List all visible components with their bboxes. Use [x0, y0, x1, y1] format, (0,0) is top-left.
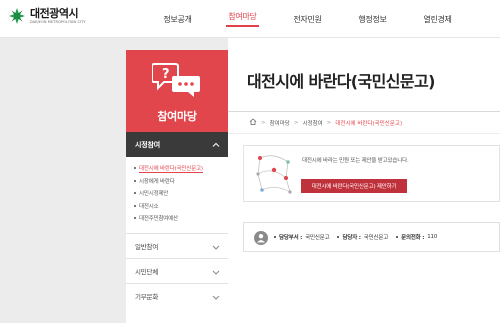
sidebar-item-citizen-proposal[interactable]: 시민시정제안: [134, 187, 228, 200]
sidebar-title: 참여마당: [157, 110, 197, 123]
nav-participation[interactable]: 참여마당: [210, 0, 275, 38]
sidebar-item-suggestions-to-mayor[interactable]: 시장에게 바란다: [134, 175, 228, 188]
nav-admin-info[interactable]: 행정정보: [340, 0, 405, 38]
home-icon[interactable]: [249, 118, 257, 127]
chevron-down-icon: [212, 294, 220, 302]
nav-open-economy[interactable]: 열린경제: [405, 0, 470, 38]
sidebar-item-daejeon-siso[interactable]: 대전시소: [134, 200, 228, 213]
sidebar-item-participatory-budget[interactable]: 대전주민참여예산: [134, 212, 228, 225]
logo-name: 대전광역시: [30, 7, 79, 20]
sidebar: ? 참여마당 시정참여 대전시에 바란다(국민신문고) 시장에게 바란다 시민시…: [126, 50, 228, 323]
nav-e-civil[interactable]: 전자민원: [275, 0, 340, 38]
contact-phone: 문의전화 : 110: [396, 233, 437, 241]
logo-subtitle: DAEJEON METROPOLITAN CITY: [30, 20, 86, 24]
contact-info-bar: 담당부서 : 국민신문고 담당자 : 국민신문고 문의전화 : 110: [243, 222, 500, 252]
logo-emblem-icon: [8, 7, 26, 25]
city-logo[interactable]: 대전광역시 DAEJEON METROPOLITAN CITY: [8, 7, 86, 25]
breadcrumb-participation[interactable]: 참여마당: [270, 119, 290, 127]
network-illustration-icon: [252, 148, 296, 204]
promo-description: 대전시에 바라는 민원 또는 제안을 받고있습니다.: [302, 158, 409, 164]
sidebar-section-donation[interactable]: 기부문화: [126, 282, 228, 308]
sidebar-item-suggestions-to-city[interactable]: 대전시에 바란다(국민신문고): [134, 162, 228, 175]
page-title: 대전시에 바란다(국민신문고): [247, 72, 435, 91]
breadcrumb: > 참여마당 > 시정참여 > 대전시에 바란다(국민신문고): [249, 118, 402, 127]
chevron-down-icon: [212, 244, 220, 252]
chevron-down-icon: [212, 269, 220, 277]
breadcrumb-current: 대전시에 바란다(국민신문고): [335, 120, 403, 127]
breadcrumb-divider: [228, 133, 500, 134]
sidebar-section-general[interactable]: 일반참여: [126, 232, 228, 258]
top-header: 대전광역시 DAEJEON METROPOLITAN CITY 정보공개 참여마…: [0, 0, 500, 38]
breadcrumb-civic-participation[interactable]: 시정참여: [302, 119, 322, 127]
submit-suggestion-button[interactable]: 대전시에 바란다(국민신문고) 제안하기: [301, 179, 407, 193]
contact-department: 담당부서 : 국민신문고: [274, 233, 330, 241]
page: 대전광역시 DAEJEON METROPOLITAN CITY 정보공개 참여마…: [0, 0, 500, 323]
suggestion-promo-box: 대전시에 바라는 민원 또는 제안을 받고있습니다. 대전시에 바란다(국민신문…: [243, 145, 500, 202]
sidebar-hero: ? 참여마당: [126, 50, 228, 132]
global-nav: 정보공개 참여마당 전자민원 행정정보 열린경제: [145, 0, 470, 38]
nav-info-disclosure[interactable]: 정보공개: [145, 0, 210, 38]
contact-person: 담당자 : 국민신문고: [337, 233, 388, 241]
svg-text:?: ?: [162, 67, 170, 82]
person-icon: [254, 230, 268, 249]
sidebar-section-civic-participation[interactable]: 시정참여: [126, 132, 228, 157]
speech-bubble-icon: ?: [151, 62, 202, 106]
sidebar-sub-menu: 대전시에 바란다(국민신문고) 시장에게 바란다 시민시정제안 대전시소 대전주…: [126, 157, 228, 233]
sidebar-section-civic-groups[interactable]: 시민단체: [126, 257, 228, 283]
chevron-up-icon: [212, 141, 220, 149]
title-divider: [228, 111, 500, 112]
